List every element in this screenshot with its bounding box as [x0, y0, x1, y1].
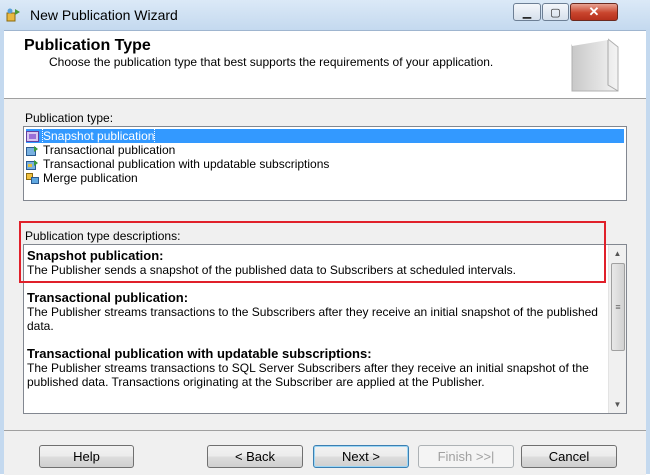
wizard-banner-icon [564, 35, 624, 95]
description-text: The Publisher sends a snapshot of the pu… [27, 263, 516, 277]
list-item-label: Transactional publication [43, 143, 176, 157]
list-item-transactional-publication[interactable]: Transactional publication [26, 143, 624, 157]
maximize-icon: ▢ [550, 6, 561, 19]
window-title: New Publication Wizard [30, 7, 178, 23]
close-icon: ✕ [588, 4, 600, 19]
grip-icon: ≡ [615, 302, 621, 312]
list-item-merge-publication[interactable]: Merge publication [26, 171, 624, 185]
updatable-publication-icon [26, 159, 39, 170]
description-snapshot: Snapshot publication: The Publisher send… [27, 248, 607, 278]
minimize-button[interactable]: ▁ [513, 3, 541, 21]
publication-descriptions-box[interactable]: Snapshot publication: The Publisher send… [23, 244, 627, 414]
wizard-header: Publication Type Choose the publication … [4, 31, 646, 99]
scrollbar-thumb[interactable]: ≡ [611, 263, 625, 351]
finish-button[interactable]: Finish >>| [418, 445, 514, 468]
next-button[interactable]: Next > [313, 445, 409, 468]
description-updatable: Transactional publication with updatable… [27, 346, 607, 390]
description-transactional: Transactional publication: The Publisher… [27, 290, 607, 334]
title-bar: New Publication Wizard ▁ ▢ ✕ [0, 0, 650, 31]
scroll-up-arrow-icon[interactable]: ▲ [609, 245, 626, 262]
description-title: Snapshot publication: [27, 248, 164, 263]
wizard-app-icon [6, 7, 22, 23]
minimize-icon: ▁ [522, 6, 532, 19]
snapshot-publication-icon [26, 130, 39, 142]
publication-type-list[interactable]: Snapshot publication Transactional publi… [23, 126, 627, 201]
list-item-label: Snapshot publication [41, 128, 156, 144]
description-title: Transactional publication with updatable… [27, 346, 372, 361]
window-right-border [646, 30, 650, 474]
scroll-down-arrow-icon[interactable]: ▼ [609, 396, 626, 413]
close-button[interactable]: ✕ [570, 3, 618, 21]
descriptions-scrollbar[interactable]: ▲ ≡ ▼ [608, 245, 626, 413]
page-subtitle: Choose the publication type that best su… [49, 55, 494, 69]
cancel-button[interactable]: Cancel [521, 445, 617, 468]
list-item-updatable-publication[interactable]: Transactional publication with updatable… [26, 157, 624, 171]
description-text: The Publisher streams transactions to SQ… [27, 361, 589, 389]
wizard-content: Publication type: Snapshot publication T… [4, 99, 646, 430]
transactional-publication-icon [26, 145, 39, 156]
maximize-button[interactable]: ▢ [542, 3, 569, 21]
publication-type-label: Publication type: [25, 111, 114, 125]
back-button[interactable]: < Back [207, 445, 303, 468]
list-item-snapshot-publication[interactable]: Snapshot publication [26, 128, 624, 144]
wizard-footer: Help < Back Next > Finish >>| Cancel [4, 430, 646, 475]
merge-publication-icon [26, 172, 39, 184]
page-title: Publication Type [24, 37, 151, 54]
list-item-label: Merge publication [43, 171, 138, 185]
description-text: The Publisher streams transactions to th… [27, 305, 598, 333]
list-item-label: Transactional publication with updatable… [43, 157, 330, 171]
description-title: Transactional publication: [27, 290, 189, 305]
help-button[interactable]: Help [39, 445, 134, 468]
descriptions-label: Publication type descriptions: [25, 229, 181, 243]
